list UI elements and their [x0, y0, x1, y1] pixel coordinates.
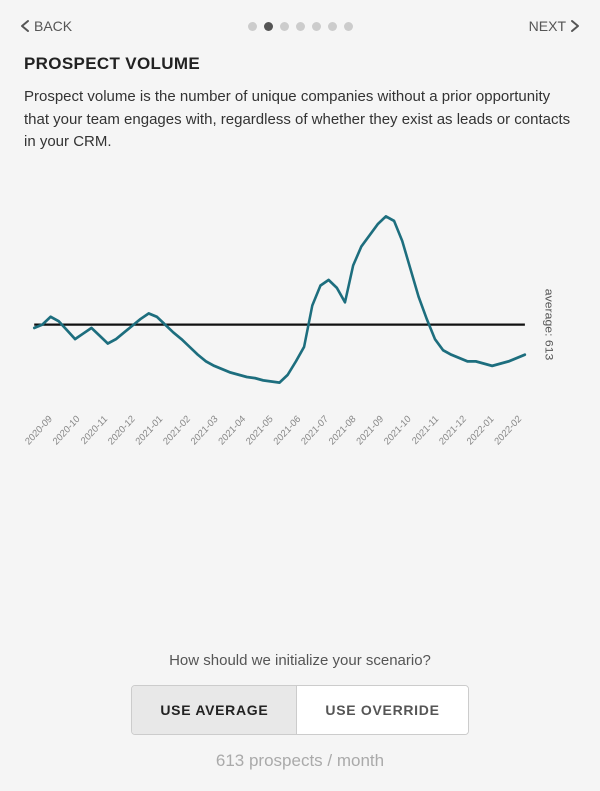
back-button[interactable]: BACK [20, 18, 72, 34]
svg-text:2021-06: 2021-06 [272, 413, 303, 447]
chart-container: average: 613 2020-09 2020-10 2020-11 202… [24, 174, 576, 464]
svg-text:2021-10: 2021-10 [382, 413, 413, 447]
svg-text:2022-01: 2022-01 [465, 413, 496, 447]
svg-text:2021-04: 2021-04 [217, 413, 249, 448]
svg-text:2021-05: 2021-05 [244, 413, 275, 447]
result-text: 613 prospects / month [216, 751, 384, 771]
use-average-button[interactable]: USE AVERAGE [132, 686, 297, 734]
dot-4 [296, 22, 305, 31]
svg-text:2021-11: 2021-11 [410, 413, 441, 447]
page-dots [248, 22, 353, 31]
dot-7 [344, 22, 353, 31]
svg-text:2021-07: 2021-07 [299, 413, 330, 447]
next-label: NEXT [529, 18, 566, 34]
dot-6 [328, 22, 337, 31]
button-group: USE AVERAGE USE OVERRIDE [131, 685, 468, 735]
svg-text:2021-12: 2021-12 [437, 413, 468, 447]
page-title: PROSPECT VOLUME [24, 54, 576, 74]
svg-text:2021-02: 2021-02 [161, 413, 192, 447]
svg-text:2021-01: 2021-01 [134, 413, 165, 447]
average-label: average: 613 [542, 288, 554, 360]
main-content: PROSPECT VOLUME Prospect volume is the n… [0, 44, 600, 634]
svg-text:2021-08: 2021-08 [327, 413, 358, 447]
svg-text:2021-03: 2021-03 [189, 413, 220, 447]
svg-text:2022-02: 2022-02 [493, 413, 524, 447]
svg-text:2021-09: 2021-09 [355, 413, 386, 447]
init-question: How should we initialize your scenario? [169, 652, 431, 669]
page-description: Prospect volume is the number of unique … [24, 86, 576, 154]
svg-text:2020-12: 2020-12 [106, 413, 137, 447]
top-nav: BACK NEXT [0, 0, 600, 44]
next-button[interactable]: NEXT [529, 18, 580, 34]
dot-3 [280, 22, 289, 31]
svg-text:2020-10: 2020-10 [51, 413, 82, 447]
use-override-button[interactable]: USE OVERRIDE [297, 686, 467, 734]
chevron-right-icon [570, 19, 580, 33]
dot-1 [248, 22, 257, 31]
dot-2 [264, 22, 273, 31]
svg-text:2020-11: 2020-11 [79, 413, 110, 447]
svg-text:2020-09: 2020-09 [24, 413, 55, 447]
bottom-section: How should we initialize your scenario? … [0, 634, 600, 791]
prospect-chart: average: 613 2020-09 2020-10 2020-11 202… [24, 174, 576, 464]
page: BACK NEXT PROSPECT VOLUME Prospect volum… [0, 0, 600, 791]
back-label: BACK [34, 18, 72, 34]
dot-5 [312, 22, 321, 31]
chevron-left-icon [20, 19, 30, 33]
